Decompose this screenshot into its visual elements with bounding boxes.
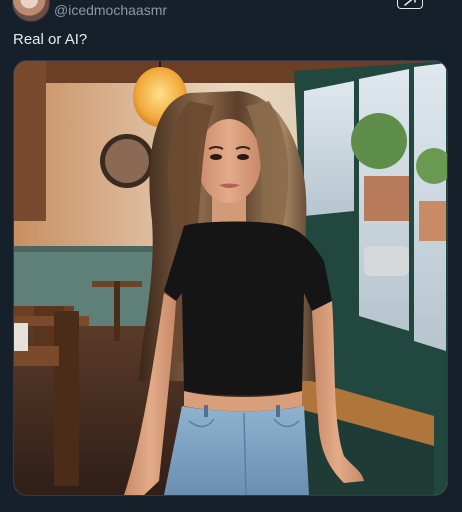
- post-image[interactable]: [13, 60, 448, 496]
- photo-illustration: [14, 61, 447, 495]
- grok-button[interactable]: [397, 0, 423, 9]
- grok-icon: [404, 0, 416, 6]
- post-text: Real or AI?: [13, 31, 88, 48]
- avatar[interactable]: [12, 0, 50, 22]
- author-handle[interactable]: @icedmochaasmr: [54, 2, 167, 18]
- tweet: @icedmochaasmr Real or AI?: [0, 0, 462, 512]
